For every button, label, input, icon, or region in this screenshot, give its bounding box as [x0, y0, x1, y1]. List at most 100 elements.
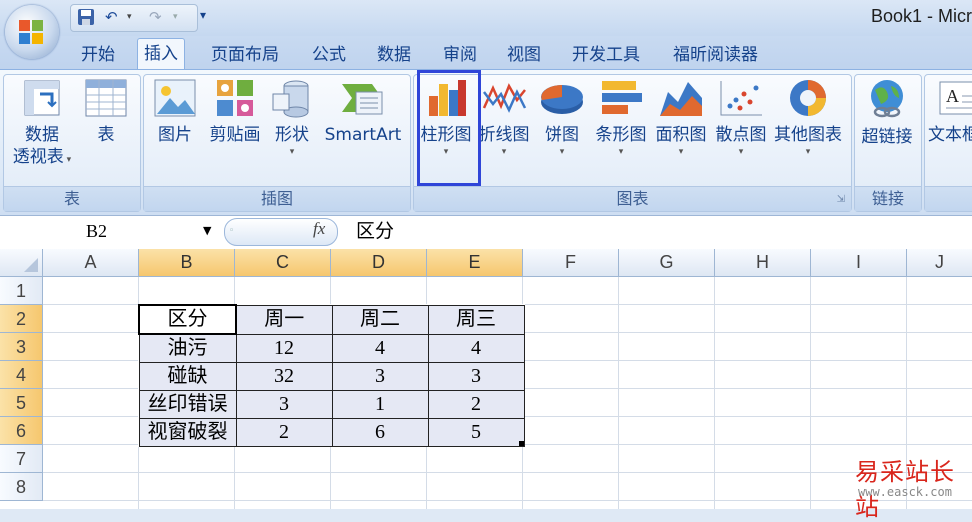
text-box-icon: A	[939, 81, 972, 115]
cell-c2[interactable]: 周一	[235, 304, 333, 335]
tab-formulas[interactable]: 公式	[306, 42, 352, 70]
svg-text:A: A	[946, 86, 959, 106]
insert-function-icon[interactable]: fx	[313, 219, 325, 239]
cell-d6[interactable]: 6	[331, 418, 429, 447]
cell-e4[interactable]: 3	[427, 362, 525, 391]
column-header-d[interactable]: D	[331, 249, 427, 277]
gridline	[810, 277, 811, 509]
doughnut-chart-icon	[790, 80, 826, 116]
column-header-b[interactable]: B	[139, 249, 235, 277]
table-icon	[85, 79, 127, 117]
shapes-dropdown-icon: ▾	[289, 147, 295, 157]
tab-foxit-reader[interactable]: 福昕阅读器	[667, 42, 764, 70]
pie-chart-button[interactable]: 饼图 ▾	[538, 78, 586, 158]
formula-resize-handle-icon[interactable]: ◦	[229, 226, 234, 236]
name-box-dropdown-icon[interactable]: ▼	[203, 224, 211, 237]
gridline	[43, 472, 972, 473]
tab-view[interactable]: 视图	[501, 42, 547, 70]
table-label: 表	[97, 125, 115, 145]
cell-b5[interactable]: 丝印错误	[138, 390, 237, 419]
cell-e3[interactable]: 4	[427, 333, 525, 363]
row-header-5[interactable]: 5	[0, 389, 43, 417]
picture-button[interactable]: 图片	[150, 78, 200, 146]
column-header-h[interactable]: H	[715, 249, 811, 277]
line-chart-label: 折线图	[478, 125, 530, 145]
cell-b6[interactable]: 视窗破裂	[138, 418, 237, 447]
row-header-4[interactable]: 4	[0, 361, 43, 389]
scatter-chart-icon	[720, 81, 762, 116]
row-header-3[interactable]: 3	[0, 333, 43, 361]
fill-handle[interactable]	[519, 441, 524, 446]
group-label-charts: 图表	[414, 186, 851, 211]
text-box-button[interactable]: A 文本框	[928, 78, 972, 146]
cell-c5[interactable]: 3	[235, 390, 333, 419]
table-row: 丝印错误 3 1 2	[138, 390, 525, 419]
tab-data[interactable]: 数据	[371, 42, 417, 70]
pivot-table-icon	[24, 80, 60, 116]
watermark-url: www.easck.com	[858, 485, 952, 499]
area-chart-label: 面积图	[655, 125, 707, 145]
redo-icon[interactable]: ↷	[149, 8, 162, 26]
smartart-button[interactable]: SmartArt	[320, 78, 406, 146]
cell-e5[interactable]: 2	[427, 390, 525, 419]
area-chart-button[interactable]: 面积图 ▾	[652, 78, 710, 158]
cell-c3[interactable]: 12	[235, 333, 333, 363]
dialog-launcher-icon[interactable]: ⇲	[837, 194, 845, 205]
table-row: 视窗破裂 2 6 5	[138, 418, 525, 447]
group-label-text	[925, 186, 972, 211]
line-chart-button[interactable]: 折线图 ▾	[476, 78, 532, 158]
hyperlink-button[interactable]: 超链接	[858, 78, 916, 148]
undo-dropdown-icon[interactable]: ▾	[127, 8, 132, 26]
column-header-f[interactable]: F	[523, 249, 619, 277]
bar-chart-button[interactable]: 条形图 ▾	[592, 78, 650, 158]
text-box-label: 文本框	[928, 125, 972, 145]
name-box[interactable]: B2	[2, 218, 217, 244]
row-header-7[interactable]: 7	[0, 445, 43, 473]
save-icon[interactable]	[77, 8, 95, 30]
cell-d4[interactable]: 3	[331, 362, 429, 391]
line-chart-dropdown-icon: ▾	[501, 147, 507, 157]
scatter-chart-label: 散点图	[715, 125, 767, 145]
tab-developer[interactable]: 开发工具	[566, 42, 646, 70]
tab-review[interactable]: 审阅	[437, 42, 483, 70]
cell-b4[interactable]: 碰缺	[138, 362, 237, 391]
formula-input[interactable]: 区分	[356, 218, 394, 244]
cell-b3[interactable]: 油污	[138, 333, 237, 363]
group-label-tables: 表	[4, 186, 140, 211]
bar-chart-icon	[602, 81, 642, 114]
column-header-i[interactable]: I	[811, 249, 907, 277]
shapes-button[interactable]: 形状 ▾	[270, 78, 314, 158]
cell-b2[interactable]: 区分	[138, 304, 237, 335]
column-header-e[interactable]: E	[427, 249, 523, 277]
cell-d3[interactable]: 4	[331, 333, 429, 363]
row-header-8[interactable]: 8	[0, 473, 43, 501]
column-header-c[interactable]: C	[235, 249, 331, 277]
cell-c4[interactable]: 32	[235, 362, 333, 391]
tab-insert[interactable]: 插入	[137, 38, 185, 71]
pivot-table-button[interactable]: 数据 透视表 ▾	[10, 78, 74, 171]
other-charts-button[interactable]: 其他图表 ▾	[771, 78, 845, 158]
column-header-j[interactable]: J	[907, 249, 972, 277]
tab-page-layout[interactable]: 页面布局	[205, 42, 285, 70]
cell-e2[interactable]: 周三	[427, 304, 525, 335]
cell-d5[interactable]: 1	[331, 390, 429, 419]
redo-dropdown-icon[interactable]: ▾	[173, 8, 178, 26]
undo-icon[interactable]: ↶	[105, 8, 118, 26]
scatter-chart-button[interactable]: 散点图 ▾	[712, 78, 770, 158]
column-header-g[interactable]: G	[619, 249, 715, 277]
office-button[interactable]	[5, 5, 59, 59]
tab-home[interactable]: 开始	[75, 42, 121, 70]
clip-art-button[interactable]: 剪贴画	[204, 78, 266, 146]
cell-e6[interactable]: 5	[427, 418, 525, 447]
row-header-1[interactable]: 1	[0, 277, 43, 305]
cell-d2[interactable]: 周二	[331, 304, 429, 335]
row-header-6[interactable]: 6	[0, 417, 43, 445]
table-button[interactable]: 表	[80, 78, 132, 146]
row-header-2[interactable]: 2	[0, 305, 43, 333]
cell-c6[interactable]: 2	[235, 418, 333, 447]
table-row: 油污 12 4 4	[138, 333, 525, 363]
column-header-a[interactable]: A	[43, 249, 139, 277]
other-charts-dropdown-icon: ▾	[805, 147, 811, 157]
quick-access-toolbar: ↶ ▾ ↷ ▾	[70, 4, 198, 32]
customize-qat-icon[interactable]: ▾	[200, 8, 206, 22]
